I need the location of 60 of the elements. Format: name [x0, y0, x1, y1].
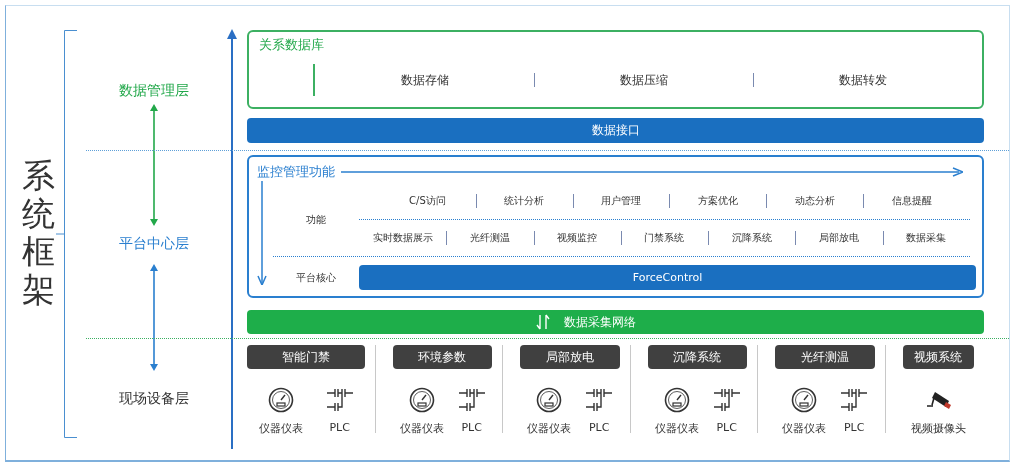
function-label: 数据转发: [753, 71, 972, 89]
device-label: 仪器仪表: [258, 421, 303, 436]
group-header: 视频系统: [902, 345, 974, 369]
function-label: 数据存储: [399, 71, 450, 89]
function-label: 数据采集: [882, 231, 970, 245]
ladder-logic-icon: [841, 387, 868, 413]
bar-label: 数据采集网络: [563, 313, 636, 331]
row-label: 平台核心: [295, 270, 337, 285]
double-arrow-icon: [149, 264, 159, 371]
function-label: 方案优化: [669, 194, 767, 208]
function-label: 实时数据展示: [371, 231, 434, 245]
double-arrow-icon: [149, 104, 159, 226]
function-label: 沉降系统: [708, 231, 796, 245]
group-header: 局部放电: [520, 345, 620, 369]
function-label: 信息提醒: [863, 194, 960, 208]
panel-title: 关系数据库: [259, 36, 325, 54]
device-label: PLC: [461, 421, 482, 434]
row-label: 功能: [305, 212, 327, 227]
gauge-icon: [408, 387, 435, 413]
ladder-logic-icon: [586, 387, 613, 413]
device-label: 视频摄像头: [910, 421, 966, 436]
group-header: 光纤测温: [775, 345, 875, 369]
function-label: 视频监控: [533, 231, 621, 245]
gauge-icon: [791, 387, 818, 413]
function-label: 数据压缩: [534, 71, 753, 89]
function-label: 光纤测温: [446, 231, 534, 245]
function-label: 动态分析: [766, 194, 864, 208]
device-label: PLC: [329, 421, 350, 434]
device-label: PLC: [716, 421, 737, 434]
group-header: 沉降系统: [647, 345, 748, 369]
function-label: 局部放电: [795, 231, 883, 245]
gauge-icon: [663, 387, 690, 413]
gauge-icon: [536, 387, 563, 413]
device-label: 仪器仪表: [654, 421, 699, 436]
interface-bar: 数据接口: [247, 118, 984, 143]
right-arrow-icon: [341, 167, 963, 177]
device-label: 仪器仪表: [399, 421, 444, 436]
core-bar: ForceControl: [359, 265, 976, 290]
group-header: 环境参数: [392, 345, 492, 369]
layer-label: 平台中心层: [119, 234, 189, 252]
device-label: PLC: [843, 421, 865, 434]
function-label: 统计分析: [475, 194, 573, 208]
diagram-title: 系统框架: [21, 157, 55, 309]
down-arrow-icon: [257, 181, 267, 285]
group-header: 智能门禁: [247, 345, 365, 369]
function-label: 用户管理: [572, 194, 670, 208]
gauge-icon: [267, 387, 294, 413]
device-label: 仪器仪表: [782, 421, 827, 436]
swap-arrows-icon: [535, 314, 550, 330]
ladder-logic-icon: [458, 387, 485, 413]
ladder-logic-icon: [326, 387, 353, 413]
function-label: C/S访问: [408, 194, 447, 208]
device-label: PLC: [588, 421, 610, 434]
ladder-logic-icon: [713, 387, 740, 413]
layer-label: 现场设备层: [119, 389, 189, 407]
up-arrow-icon: [226, 29, 238, 449]
panel-title: 监控管理功能: [257, 163, 335, 181]
layer-label: 数据管理层: [119, 81, 189, 99]
function-label: 门禁系统: [620, 231, 709, 245]
device-label: 仪器仪表: [527, 421, 572, 436]
